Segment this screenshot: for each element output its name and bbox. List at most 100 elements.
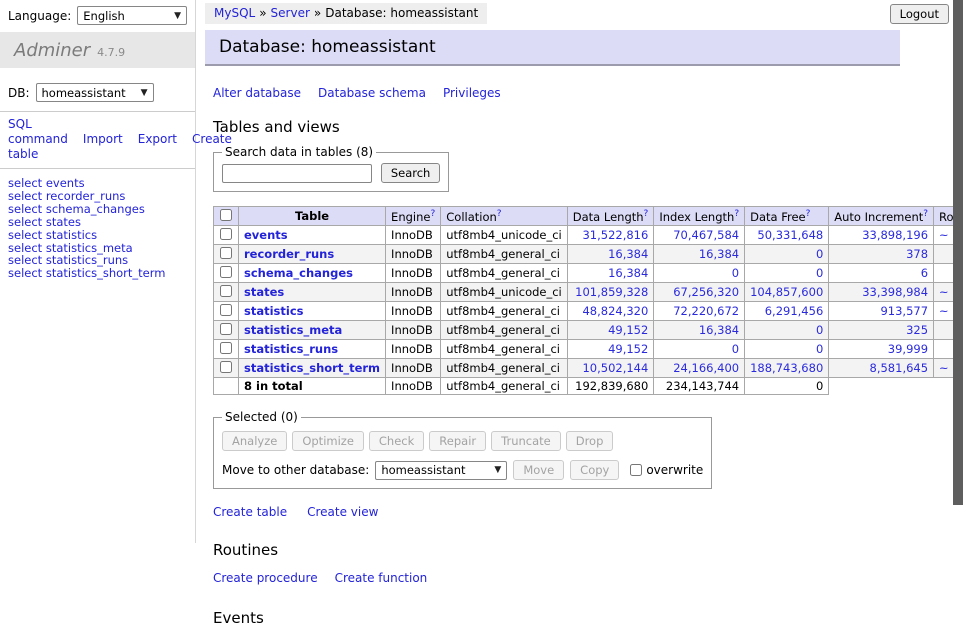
database-schema-link[interactable]: Database schema [318,86,426,100]
table-link[interactable]: events [244,228,288,242]
data-free-link[interactable]: 6,291,456 [765,304,824,318]
data-length-link[interactable]: 49,152 [608,342,648,356]
sql-command-link[interactable]: SQL command [8,117,68,146]
auto-increment-link[interactable]: 913,577 [880,304,928,318]
data-free-link[interactable]: 188,743,680 [750,361,823,375]
data-free-link[interactable]: 0 [816,247,823,261]
scrollbar-track[interactable] [953,0,966,543]
create-view-link[interactable]: Create view [307,505,378,519]
row-checkbox[interactable] [220,247,232,259]
language-label: Language: [8,9,71,23]
help-icon[interactable]: ? [430,209,435,219]
data-length-link[interactable]: 31,522,816 [582,228,648,242]
sidebar-item-select-states[interactable]: select states [8,216,187,229]
breadcrumb-mysql-link[interactable]: MySQL [214,6,255,20]
data-free-link[interactable]: 104,857,600 [750,285,823,299]
col-header-collation: Collation? [441,207,568,226]
row-checkbox[interactable] [220,361,232,373]
table-link[interactable]: schema_changes [244,266,353,280]
auto-increment-link[interactable]: 33,398,984 [862,285,928,299]
data-free-link[interactable]: 50,331,648 [757,228,823,242]
analyze-button[interactable]: Analyze [222,431,287,451]
row-checkbox[interactable] [220,285,232,297]
table-row: statistics_short_term InnoDB utf8mb4_gen… [214,359,966,378]
breadcrumb-server-link[interactable]: Server [271,6,310,20]
index-length-link[interactable]: 67,256,320 [673,285,739,299]
search-input[interactable] [222,164,372,183]
db-label: DB: [8,86,30,100]
index-length-link[interactable]: 0 [732,342,739,356]
create-procedure-link[interactable]: Create procedure [213,571,318,585]
index-length-link[interactable]: 24,166,400 [673,361,739,375]
data-length-link[interactable]: 101,859,328 [575,285,648,299]
optimize-button[interactable]: Optimize [292,431,364,451]
row-checkbox[interactable] [220,304,232,316]
logout-button[interactable]: Logout [890,4,949,24]
index-length-link[interactable]: 0 [732,266,739,280]
index-length-link[interactable]: 70,467,584 [673,228,739,242]
data-length-link[interactable]: 48,824,320 [582,304,648,318]
auto-increment-link[interactable]: 325 [906,323,928,337]
table-link[interactable]: statistics_short_term [244,361,380,375]
total-data-free: 0 [745,378,829,395]
truncate-button[interactable]: Truncate [491,431,561,451]
alter-database-link[interactable]: Alter database [213,86,301,100]
search-button[interactable]: Search [381,163,441,183]
index-length-link[interactable]: 16,384 [699,323,739,337]
sidebar-item-select-schema-changes[interactable]: select schema_changes [8,203,187,216]
tables-table: Table Engine? Collation? Data Length? In… [213,206,966,395]
sidebar-item-select-recorder-runs[interactable]: select recorder_runs [8,190,187,203]
move-database-select[interactable]: homeassistant ▼ [375,461,507,480]
data-free-link[interactable]: 0 [816,342,823,356]
help-icon[interactable]: ? [644,209,649,219]
collation-cell: utf8mb4_unicode_ci [441,226,568,245]
db-select[interactable]: homeassistant ▼ [36,83,154,102]
row-checkbox[interactable] [220,323,232,335]
select-all-checkbox[interactable] [220,209,232,221]
overwrite-checkbox[interactable] [630,464,642,476]
sidebar-item-select-events[interactable]: select events [8,177,187,190]
export-link[interactable]: Export [138,132,177,146]
row-checkbox[interactable] [220,342,232,354]
table-link[interactable]: states [244,285,284,299]
data-length-link[interactable]: 16,384 [608,266,648,280]
auto-increment-link[interactable]: 33,898,196 [862,228,928,242]
copy-button[interactable]: Copy [570,460,619,480]
data-length-link[interactable]: 10,502,144 [582,361,648,375]
sidebar-item-select-statistics-short-term[interactable]: select statistics_short_term [8,267,187,280]
create-function-link[interactable]: Create function [335,571,428,585]
table-row: statistics_runs InnoDB utf8mb4_general_c… [214,340,966,359]
auto-increment-link[interactable]: 6 [921,266,928,280]
auto-increment-link[interactable]: 8,581,645 [870,361,929,375]
table-link[interactable]: recorder_runs [244,247,334,261]
data-free-link[interactable]: 0 [816,323,823,337]
move-button[interactable]: Move [513,460,564,480]
row-checkbox[interactable] [220,266,232,278]
data-free-link[interactable]: 0 [816,266,823,280]
privileges-link[interactable]: Privileges [443,86,501,100]
data-length-link[interactable]: 49,152 [608,323,648,337]
row-checkbox[interactable] [220,228,232,240]
sidebar-item-select-statistics[interactable]: select statistics [8,229,187,242]
create-table-link-main[interactable]: Create table [213,505,287,519]
help-icon[interactable]: ? [734,209,739,219]
data-length-link[interactable]: 16,384 [608,247,648,261]
help-icon[interactable]: ? [497,209,502,219]
import-link[interactable]: Import [83,132,123,146]
engine-cell: InnoDB [386,359,441,378]
table-link[interactable]: statistics_meta [244,323,342,337]
drop-button[interactable]: Drop [566,431,614,451]
index-length-link[interactable]: 72,220,672 [673,304,739,318]
index-length-link[interactable]: 16,384 [699,247,739,261]
repair-button[interactable]: Repair [429,431,486,451]
help-icon[interactable]: ? [923,209,928,219]
scrollbar-thumb[interactable] [953,0,963,505]
auto-increment-link[interactable]: 39,999 [888,342,928,356]
table-row: statistics_meta InnoDB utf8mb4_general_c… [214,321,966,340]
table-link[interactable]: statistics_runs [244,342,338,356]
help-icon[interactable]: ? [806,209,811,219]
table-link[interactable]: statistics [244,304,304,318]
auto-increment-link[interactable]: 378 [906,247,928,261]
check-button[interactable]: Check [369,431,424,451]
language-select[interactable]: English ▼ [77,6,187,25]
